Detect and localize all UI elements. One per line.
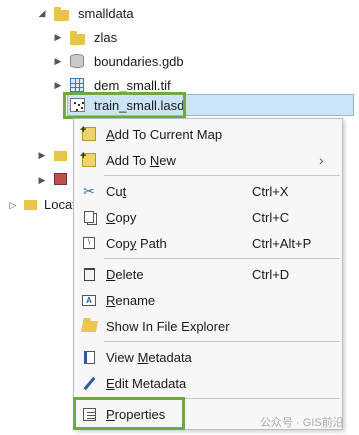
menu-item-label: Rename <box>106 292 156 308</box>
collapse-caret-icon[interactable]: ▶ <box>53 32 63 43</box>
menu-item-shortcut: Ctrl+C <box>252 209 290 225</box>
menu-item-shortcut: Ctrl+D <box>252 266 290 282</box>
submenu-arrow-icon: › <box>319 152 324 168</box>
menu-item-label: Copy <box>106 209 137 225</box>
raster-icon <box>70 78 84 92</box>
menu-item-label: Show In File Explorer <box>106 318 230 334</box>
expand-caret-icon[interactable]: ◢ <box>37 8 47 19</box>
menu-item-shortcut: Ctrl+Alt+P <box>252 235 312 251</box>
menu-divider <box>104 341 340 342</box>
menu-item-label: Add To New <box>106 152 176 168</box>
add-data-icon: + <box>80 150 97 168</box>
tree-item-boundaries-gdb[interactable]: boundaries.gdb <box>70 50 184 72</box>
folder-icon <box>54 6 69 21</box>
menu-item-copy[interactable]: Copy Ctrl+C <box>74 204 342 230</box>
geodatabase-icon <box>70 54 84 68</box>
menu-item-label: Cut <box>106 183 127 199</box>
menu-item-delete[interactable]: Delete Ctrl+D <box>74 261 342 287</box>
tree-item-smalldata[interactable]: smalldata <box>54 2 134 24</box>
menu-divider <box>104 258 340 259</box>
menu-item-shortcut: Ctrl+X <box>252 183 289 199</box>
collapse-caret-icon[interactable]: ▷ <box>8 200 18 211</box>
tree-item-zlas[interactable]: zlas <box>70 26 117 48</box>
collapse-caret-icon[interactable]: ▶ <box>37 175 47 186</box>
copy-icon <box>81 209 97 225</box>
rename-icon: A <box>81 292 97 308</box>
menu-divider <box>104 175 340 176</box>
folder-icon <box>70 30 85 45</box>
folder-icon <box>24 200 37 210</box>
menu-item-add-to-new[interactable]: + Add To New › <box>74 147 342 173</box>
tree-item-label: Locat <box>44 197 76 212</box>
menu-item-rename[interactable]: A Rename <box>74 287 342 313</box>
copy-path-icon: \ <box>81 235 97 251</box>
menu-item-label: Add To Current Map <box>106 126 223 142</box>
menu-item-label: Copy Path <box>106 235 167 251</box>
menu-item-label: Edit Metadata <box>106 375 187 391</box>
menu-item-cut[interactable]: ✂ Cut Ctrl+X <box>74 178 342 204</box>
menu-item-edit-metadata[interactable]: Edit Metadata <box>74 370 342 396</box>
toolbox-icon <box>54 173 67 185</box>
folder-open-icon <box>80 318 98 334</box>
menu-item-show-in-file-explorer[interactable]: Show In File Explorer <box>74 313 342 339</box>
menu-item-label: Delete <box>106 266 144 282</box>
tree-item-label: dem_small.tif <box>94 77 171 93</box>
context-menu: + Add To Current Map + Add To New › ✂ Cu… <box>73 118 343 430</box>
scissors-icon: ✂ <box>83 182 95 199</box>
tree-item-label: smalldata <box>78 5 134 21</box>
folder-icon <box>54 151 67 161</box>
collapse-caret-icon[interactable]: ▶ <box>53 80 63 91</box>
tree-item-label: boundaries.gdb <box>94 53 184 69</box>
highlight-frame <box>73 397 185 430</box>
metadata-icon <box>81 349 97 365</box>
menu-item-label: View Metadata <box>106 349 192 365</box>
watermark-text: 公众号 · GIS前沿 <box>260 417 344 429</box>
menu-item-view-metadata[interactable]: View Metadata <box>74 344 342 370</box>
pencil-icon <box>81 375 97 391</box>
tree-item-label: zlas <box>94 29 118 45</box>
collapse-caret-icon[interactable]: ▶ <box>37 150 47 161</box>
highlight-frame <box>63 92 186 119</box>
add-data-icon: + <box>80 124 97 142</box>
trash-icon <box>81 266 97 282</box>
collapse-caret-icon[interactable]: ▶ <box>53 56 63 67</box>
menu-item-copy-path[interactable]: \ Copy Path Ctrl+Alt+P <box>74 230 342 256</box>
menu-item-add-to-current-map[interactable]: + Add To Current Map <box>74 121 342 147</box>
